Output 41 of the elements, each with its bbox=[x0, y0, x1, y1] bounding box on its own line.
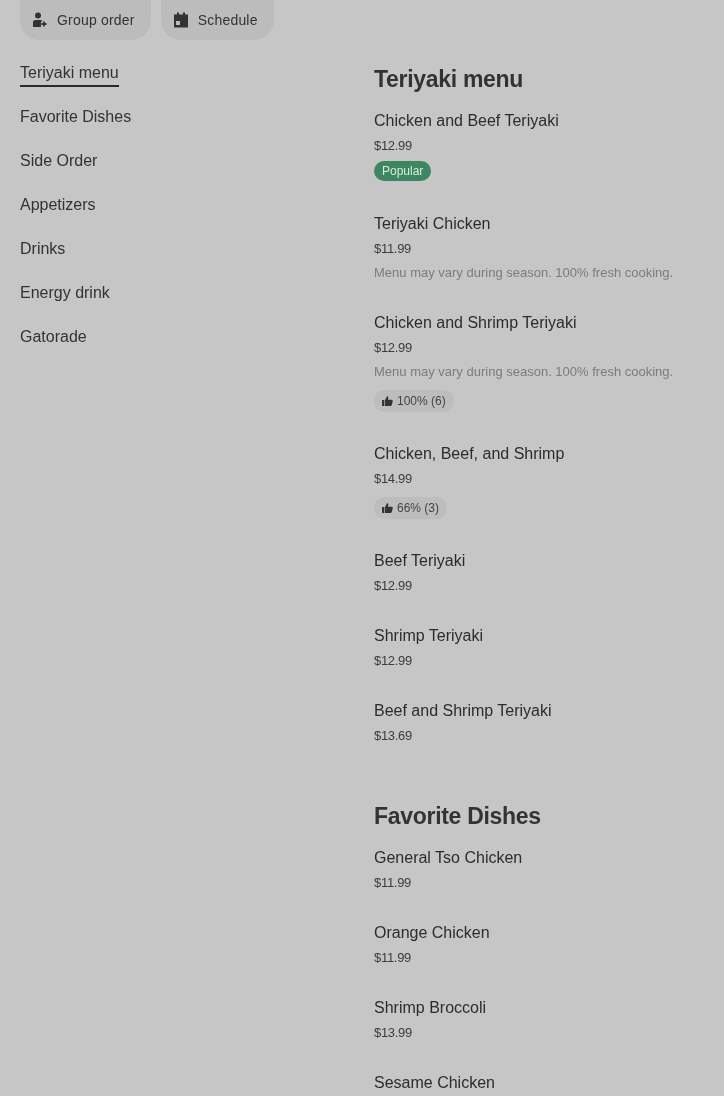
dish-name[interactable]: Shrimp Broccoli bbox=[374, 996, 487, 1020]
thumbs-up-icon bbox=[382, 396, 393, 406]
dish-name[interactable]: Orange Chicken bbox=[374, 921, 490, 945]
rating-text: 100% (6) bbox=[397, 393, 446, 410]
category-link[interactable]: Side Order bbox=[20, 149, 98, 175]
dish-name[interactable]: Shrimp Teriyaki bbox=[374, 624, 484, 648]
category-link[interactable]: Gatorade bbox=[20, 325, 87, 351]
dish-price: $11.99 bbox=[374, 874, 411, 892]
dish-price: $12.99 bbox=[374, 339, 412, 357]
thumbs-up-icon bbox=[382, 503, 393, 513]
category-link[interactable]: Energy drink bbox=[20, 281, 110, 307]
popular-tag: Popular bbox=[374, 161, 432, 181]
dish-description: Menu may vary during season. 100% fresh cooking. bbox=[374, 264, 674, 282]
dish-name[interactable]: Chicken and Shrimp Teriyaki bbox=[374, 311, 577, 335]
calendar-icon bbox=[172, 12, 189, 28]
dish-name[interactable]: Beef Teriyaki bbox=[374, 549, 466, 573]
dish-name[interactable]: Sesame Chicken bbox=[374, 1071, 495, 1095]
dish-price: $12.99 bbox=[374, 652, 412, 670]
dish-name[interactable]: General Tso Chicken bbox=[374, 846, 523, 870]
dish-name[interactable]: Beef and Shrimp Teriyaki bbox=[374, 699, 552, 723]
person-plus-icon bbox=[32, 12, 48, 28]
schedule-button[interactable]: Schedule bbox=[160, 0, 274, 40]
section-heading: Teriyaki menu bbox=[374, 65, 525, 94]
dish-price: $11.99 bbox=[374, 949, 411, 967]
category-link[interactable]: Appetizers bbox=[20, 193, 96, 219]
category-link[interactable]: Teriyaki menu bbox=[20, 61, 119, 87]
dish-name[interactable]: Chicken and Beef Teriyaki bbox=[374, 109, 559, 133]
category-link[interactable]: Favorite Dishes bbox=[20, 105, 132, 131]
dish-price: $12.99 bbox=[374, 577, 412, 595]
dish-name[interactable]: Teriyaki Chicken bbox=[374, 212, 491, 236]
dish-price: $11.99 bbox=[374, 240, 411, 258]
dish-price: $13.69 bbox=[374, 727, 412, 745]
rating-text: 66% (3) bbox=[397, 500, 440, 517]
dish-price: $14.99 bbox=[374, 470, 412, 488]
dish-price: $13.99 bbox=[374, 1024, 412, 1042]
group-order-button[interactable]: Group order bbox=[20, 0, 151, 40]
section-heading: Favorite Dishes bbox=[374, 802, 542, 831]
dish-price: $12.99 bbox=[374, 137, 412, 155]
dish-name[interactable]: Chicken, Beef, and Shrimp bbox=[374, 442, 565, 466]
dish-description: Menu may vary during season. 100% fresh cooking. bbox=[374, 363, 674, 381]
category-link[interactable]: Drinks bbox=[20, 237, 66, 263]
